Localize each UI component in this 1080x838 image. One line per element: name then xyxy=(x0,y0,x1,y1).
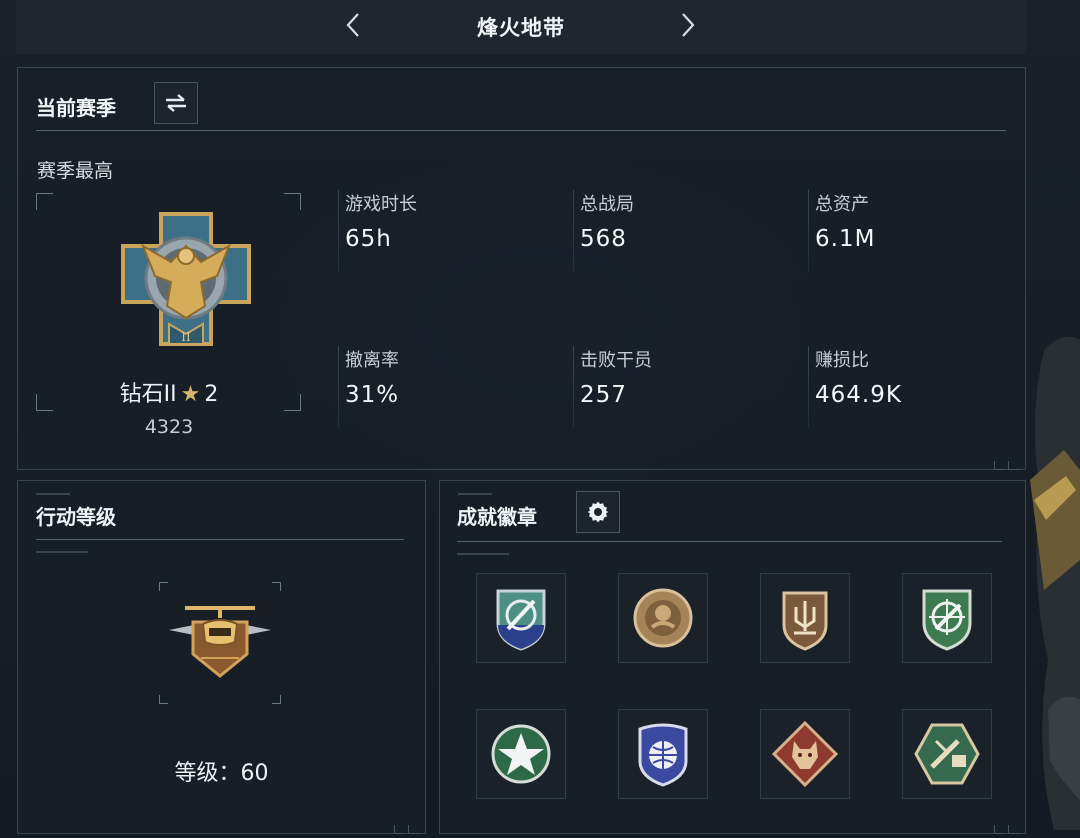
corner-decoration xyxy=(991,455,1021,470)
achievement-badges-panel: 成就徽章 xyxy=(439,480,1026,834)
chevron-left-icon[interactable] xyxy=(338,8,368,42)
frame-corner xyxy=(159,695,168,704)
bronze-shield-trident-badge-icon xyxy=(782,591,828,651)
frame-corner xyxy=(272,695,281,704)
badge-slot[interactable] xyxy=(902,573,992,663)
stat-value: 6.1M xyxy=(815,226,876,252)
level-frame xyxy=(159,582,281,704)
stat-value: 568 xyxy=(580,226,627,252)
badge-slot[interactable] xyxy=(476,709,566,799)
chevron-right-icon[interactable] xyxy=(673,8,703,42)
blue-shield-rocket-badge-icon xyxy=(496,589,546,651)
blue-shield-globe-badge-icon xyxy=(638,723,688,787)
current-season-panel: 当前赛季 赛季最高 II 钻石II ★ 2 4323 游戏时长 65h 总战局 56… xyxy=(17,67,1026,470)
stat-total-assets: 总资产 6.1M xyxy=(808,190,1025,272)
divider xyxy=(457,541,1002,542)
stat-total-matches: 总战局 568 xyxy=(573,190,790,272)
stat-value: 65h xyxy=(345,226,392,252)
badge-slot[interactable] xyxy=(902,709,992,799)
badge-slot[interactable] xyxy=(476,573,566,663)
stat-play-time: 游戏时长 65h xyxy=(338,190,555,272)
stat-profit-loss-ratio: 赚损比 464.9K xyxy=(808,346,1025,428)
frame-corner xyxy=(36,193,53,210)
operator-character-art xyxy=(1030,336,1080,830)
rank-score: 4323 xyxy=(144,416,194,438)
decor-line xyxy=(458,493,492,495)
red-diamond-wolf-badge-icon xyxy=(771,720,839,788)
decor-line xyxy=(36,493,70,495)
rank-name: 钻石II xyxy=(119,382,177,407)
stat-value: 257 xyxy=(580,382,627,408)
stat-label: 游戏时长 xyxy=(345,194,417,215)
corner-decoration xyxy=(391,819,421,834)
badge-slot[interactable] xyxy=(618,709,708,799)
badge-slot[interactable] xyxy=(760,709,850,799)
season-best-label: 赛季最高 xyxy=(37,160,114,182)
green-shield-crosshair-badge-icon xyxy=(922,589,972,651)
stat-value: 464.9K xyxy=(815,382,902,408)
rank-summary: 钻石II ★ 2 xyxy=(18,376,320,408)
mode-header: 烽火地带 xyxy=(16,0,1026,54)
stat-operators-defeated: 击败干员 257 xyxy=(573,346,790,428)
diamond-eagle-rank-icon: II xyxy=(121,212,251,346)
green-circle-star-badge-icon xyxy=(491,724,551,784)
rank-tier-numeral: II xyxy=(181,330,191,344)
frame-corner xyxy=(159,582,168,591)
helicopter-level-icon xyxy=(169,606,271,678)
rank-stars: 2 xyxy=(204,382,219,407)
stat-label: 击败干员 xyxy=(580,350,652,371)
badge-slot[interactable] xyxy=(618,573,708,663)
level-title: 行动等级 xyxy=(36,505,116,529)
star-icon: ★ xyxy=(180,382,201,407)
badge-settings-button[interactable] xyxy=(576,491,620,533)
mode-title: 烽火地带 xyxy=(477,16,565,40)
badges-title: 成就徽章 xyxy=(457,505,537,529)
stat-label: 总战局 xyxy=(580,194,634,215)
season-switch-button[interactable] xyxy=(154,82,198,124)
gear-icon xyxy=(587,501,609,523)
corner-decoration xyxy=(991,819,1021,834)
badge-slot[interactable] xyxy=(760,573,850,663)
frame-corner xyxy=(272,582,281,591)
stat-label: 总资产 xyxy=(815,194,869,215)
swap-icon xyxy=(166,94,186,112)
stat-extraction-rate: 撤离率 31% xyxy=(338,346,555,428)
season-title: 当前赛季 xyxy=(36,96,116,120)
divider xyxy=(36,539,404,540)
operation-level-panel: 行动等级 等级：60 xyxy=(17,480,426,834)
frame-corner xyxy=(284,193,301,210)
level-label: 等级：60 xyxy=(174,761,269,786)
stat-label: 撤离率 xyxy=(345,350,399,371)
green-hexagon-tools-badge-icon xyxy=(914,723,980,785)
divider xyxy=(36,130,1006,131)
decor-line xyxy=(457,553,509,555)
stat-value: 31% xyxy=(345,382,400,408)
bronze-circle-emblem-badge-icon xyxy=(633,588,693,648)
decor-line xyxy=(36,551,88,553)
stat-label: 赚损比 xyxy=(815,350,869,371)
